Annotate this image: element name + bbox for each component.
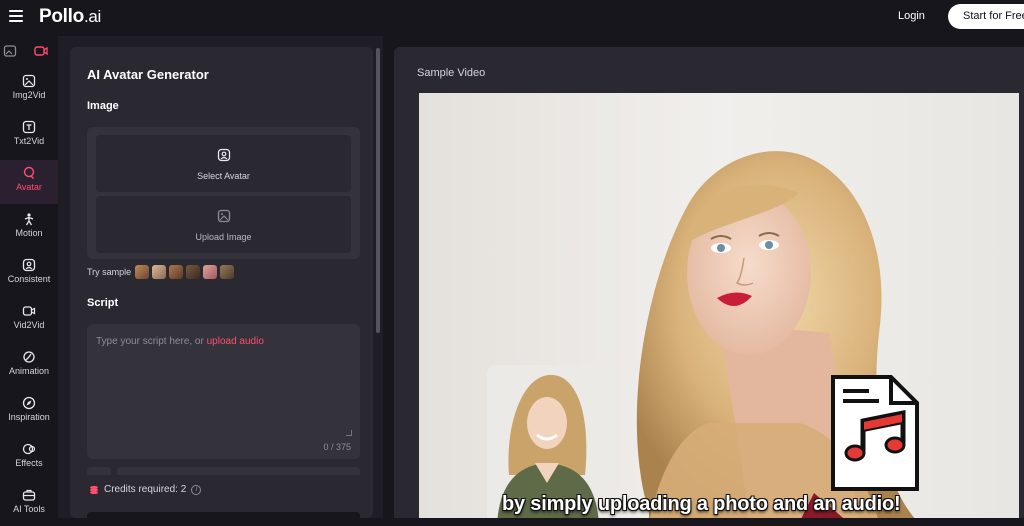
sidebar-item-label: Txt2Vid (13, 136, 45, 146)
sidebar-item-effects[interactable]: Effects (0, 436, 58, 480)
toolbox-icon (22, 489, 36, 501)
image-section-label: Image (87, 100, 119, 112)
credits-required-text: Credits required: 2 (104, 484, 187, 495)
logo-text: Pollo (39, 6, 84, 27)
character-count: 0 / 375 (323, 442, 351, 452)
image-video-icon (22, 74, 36, 88)
compass-icon (22, 396, 36, 410)
top-bar: Pollo.ai Login Start for Free (0, 0, 1024, 36)
sidebar-item-txt2vid[interactable]: Txt2Vid (0, 114, 58, 158)
select-avatar-button[interactable]: Select Avatar (96, 135, 351, 192)
info-icon[interactable]: i (191, 484, 202, 495)
sidebar-item-label: Motion (15, 228, 43, 238)
image-mode-icon[interactable] (3, 44, 17, 58)
upload-image-icon (217, 209, 230, 223)
sidebar-item-vid2vid[interactable]: Vid2Vid (0, 298, 58, 342)
select-avatar-icon (217, 148, 230, 162)
sidebar: Img2Vid Txt2Vid Avatar Motion Consistent… (0, 36, 58, 518)
sample-thumbnail[interactable] (169, 265, 184, 279)
sidebar-item-label: Consistent (7, 274, 51, 284)
option-select[interactable] (117, 467, 360, 475)
effects-icon (22, 443, 36, 455)
options-row (87, 467, 360, 475)
sample-video-player[interactable]: by simply uploading a photo and an audio… (419, 93, 1019, 518)
logo-suffix: .ai (83, 7, 102, 26)
sample-thumbnail[interactable] (220, 265, 235, 279)
generator-panel: AI Avatar Generator Image Select Avatar … (58, 36, 383, 518)
upload-image-button[interactable]: Upload Image (96, 196, 351, 253)
video-video-icon (22, 306, 36, 316)
panel-title: AI Avatar Generator (87, 67, 209, 82)
generate-button[interactable] (87, 512, 360, 518)
audio-file-icon (831, 375, 919, 491)
menu-icon[interactable] (9, 10, 23, 22)
consistent-icon (22, 258, 36, 272)
sidebar-item-label: AI Tools (13, 504, 45, 514)
animation-icon (23, 351, 35, 363)
sidebar-item-img2vid[interactable]: Img2Vid (0, 68, 58, 112)
sidebar-item-animation[interactable]: Animation (0, 344, 58, 388)
panel-scrollbar[interactable] (376, 48, 380, 333)
avatar-icon (23, 166, 35, 179)
try-sample-label: Try sample (87, 267, 132, 277)
sample-video-panel: Sample Video by simply uploading a photo… (394, 47, 1024, 518)
text-video-icon (22, 120, 36, 134)
video-caption: by simply uploading a photo and an audio… (502, 493, 901, 515)
sidebar-item-ai-tools[interactable]: AI Tools (0, 482, 58, 526)
sidebar-item-label: Avatar (16, 182, 42, 192)
script-section-label: Script (87, 297, 119, 309)
start-for-free-button[interactable]: Start for Free (948, 4, 1024, 29)
upload-image-label: Upload Image (195, 232, 252, 242)
sidebar-item-avatar[interactable]: Avatar (0, 160, 58, 204)
sidebar-item-consistent[interactable]: Consistent (0, 252, 58, 296)
sidebar-item-label: Effects (15, 458, 43, 468)
sidebar-item-label: Vid2Vid (13, 320, 45, 330)
upload-audio-link[interactable]: upload audio (207, 336, 264, 347)
sample-thumbnail[interactable] (186, 265, 201, 279)
video-mode-icon[interactable] (34, 44, 48, 58)
sidebar-item-inspiration[interactable]: Inspiration (0, 390, 58, 434)
sidebar-item-label: Img2Vid (12, 90, 46, 100)
credits-row: Credits required: 2 i (89, 484, 202, 495)
credits-icon (90, 485, 98, 494)
image-upload-area: Select Avatar Upload Image (87, 127, 360, 259)
script-placeholder-text: Type your script here, or (96, 336, 207, 347)
sidebar-item-motion[interactable]: Motion (0, 206, 58, 250)
generator-card: AI Avatar Generator Image Select Avatar … (70, 47, 373, 518)
resize-handle[interactable] (346, 430, 352, 436)
motion-icon (24, 213, 34, 226)
script-textarea[interactable]: Type your script here, or upload audio 0… (87, 324, 360, 459)
logo[interactable]: Pollo.ai (39, 6, 101, 28)
sidebar-item-label: Inspiration (8, 412, 50, 422)
script-placeholder: Type your script here, or upload audio (96, 336, 264, 347)
sample-video-title: Sample Video (417, 67, 486, 79)
try-sample-row: Try sample (87, 265, 235, 279)
select-avatar-label: Select Avatar (197, 171, 250, 181)
sample-thumbnail[interactable] (203, 265, 218, 279)
login-link[interactable]: Login (898, 10, 925, 22)
sidebar-mode-tabs (0, 36, 58, 66)
sample-thumbnail[interactable] (152, 265, 167, 279)
sample-thumbnail[interactable] (135, 265, 150, 279)
option-button[interactable] (87, 467, 111, 475)
sidebar-item-label: Animation (8, 366, 50, 376)
